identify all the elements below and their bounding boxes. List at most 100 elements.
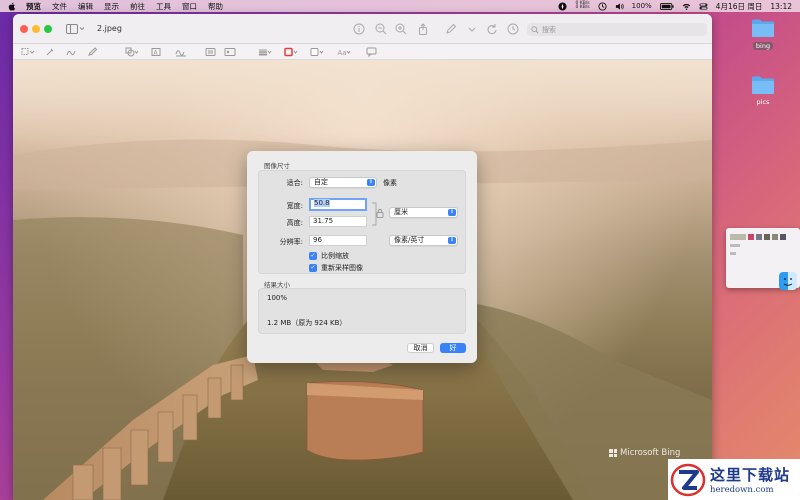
- menu-window[interactable]: 窗口: [182, 1, 197, 12]
- control-center-icon[interactable]: [699, 2, 708, 11]
- markup-dropdown-icon[interactable]: [468, 23, 476, 35]
- bing-watermark: Microsoft Bing: [609, 448, 680, 458]
- cancel-button[interactable]: 取消: [407, 343, 434, 353]
- menu-app-name[interactable]: 预览: [26, 1, 41, 12]
- net-down-speed: 0 KB/s: [575, 5, 590, 10]
- height-value: 31.75: [313, 217, 334, 225]
- svg-text:Aa: Aa: [338, 49, 347, 57]
- draw-icon[interactable]: [87, 47, 101, 57]
- folder-icon: [752, 76, 774, 94]
- annotate-icon[interactable]: [366, 47, 380, 57]
- zoom-in-icon[interactable]: [395, 23, 407, 35]
- site-name-en: heredown.com: [710, 485, 774, 495]
- clock-icon[interactable]: [598, 1, 607, 11]
- volume-icon[interactable]: [615, 2, 624, 11]
- watermark-text: Microsoft Bing: [620, 448, 681, 458]
- size-unit-value: 厘米: [394, 208, 408, 216]
- resolution-field[interactable]: 96: [309, 235, 367, 246]
- result-size: 1.2 MB（原为 924 KB）: [267, 319, 347, 327]
- battery-icon[interactable]: [659, 2, 674, 10]
- resolution-label: 分辨率:: [279, 238, 303, 246]
- menu-go[interactable]: 前往: [130, 1, 145, 12]
- width-value: 50.8: [314, 199, 330, 207]
- apple-menu-icon[interactable]: [8, 2, 16, 11]
- dialog-title: 图像尺寸: [264, 162, 290, 170]
- search-icon: [531, 25, 539, 33]
- markup-toolbar: A Aa: [13, 44, 712, 60]
- text-icon[interactable]: A: [151, 47, 165, 57]
- menu-edit[interactable]: 编辑: [78, 1, 93, 12]
- share-icon[interactable]: [417, 23, 429, 35]
- resolution-value: 96: [313, 236, 322, 244]
- maximize-button[interactable]: [44, 25, 52, 33]
- site-watermark: 这里下载站 heredown.com: [668, 459, 800, 500]
- search-field[interactable]: 搜索: [527, 23, 707, 36]
- document-title: 2.jpeg: [97, 24, 122, 33]
- chevron-updown-icon: ⇕: [448, 237, 456, 244]
- desktop-folder-pics[interactable]: pics: [749, 75, 777, 106]
- dimensions-panel: 适合: 自定 ⇕ 像素 宽度: 50.8 高度: 31.75 厘米 ⇕ 分辨率:…: [258, 170, 466, 274]
- finder-icon[interactable]: [779, 272, 797, 290]
- rect-selection-icon[interactable]: [21, 47, 35, 57]
- fit-popup[interactable]: 自定 ⇕: [309, 177, 377, 188]
- image-size-dialog: 图像尺寸 适合: 自定 ⇕ 像素 宽度: 50.8 高度: 31.75 厘米 ⇕…: [247, 151, 477, 363]
- windows-logo-icon: [609, 449, 617, 457]
- resample-row[interactable]: ✓ 重新采样图像: [309, 263, 363, 273]
- battery-percent: 100%: [631, 2, 652, 10]
- markup-pen-icon[interactable]: [445, 23, 457, 35]
- rotate-icon[interactable]: [486, 23, 498, 35]
- minimize-button[interactable]: [32, 25, 40, 33]
- close-button[interactable]: [20, 25, 28, 33]
- menubar-status-area: 0 KB/s 0 KB/s 100% 4月16日 周日 13:12: [558, 0, 792, 12]
- resample-checkbox[interactable]: ✓: [309, 264, 317, 272]
- text-style-icon[interactable]: Aa: [337, 47, 351, 57]
- scale-proportionally-checkbox[interactable]: ✓: [309, 252, 317, 260]
- size-unit-popup[interactable]: 厘米 ⇕: [389, 207, 458, 218]
- ok-button[interactable]: 好: [440, 343, 466, 353]
- menubar-date[interactable]: 4月16日 周日: [716, 1, 763, 12]
- chevron-updown-icon: ⇕: [367, 179, 375, 186]
- zoom-out-icon[interactable]: [375, 23, 387, 35]
- menu-view[interactable]: 显示: [104, 1, 119, 12]
- adjust-color-icon[interactable]: [224, 47, 238, 57]
- window-titlebar[interactable]: 2.jpeg 搜索: [13, 14, 712, 44]
- instant-alpha-icon[interactable]: [45, 47, 59, 57]
- wifi-icon[interactable]: [682, 2, 691, 11]
- menu-file[interactable]: 文件: [52, 1, 67, 12]
- height-label: 高度:: [286, 219, 303, 227]
- sketch-icon[interactable]: [65, 47, 79, 57]
- result-percent: 100%: [267, 294, 288, 302]
- folder-label: bing: [752, 42, 774, 50]
- chevron-updown-icon: ⇕: [448, 209, 456, 216]
- lock-icon[interactable]: [376, 208, 384, 218]
- resolution-unit-value: 像素/英寸: [394, 236, 425, 244]
- desktop-folder-bing[interactable]: bing: [749, 18, 777, 50]
- info-icon[interactable]: [353, 23, 365, 35]
- shapes-icon[interactable]: [125, 47, 139, 57]
- width-label: 宽度:: [286, 202, 303, 210]
- menu-help[interactable]: 帮助: [208, 1, 223, 12]
- highlight-icon[interactable]: [507, 23, 519, 35]
- resample-label: 重新采样图像: [321, 264, 363, 272]
- network-speed[interactable]: 0 KB/s 0 KB/s: [575, 1, 590, 11]
- menu-tools[interactable]: 工具: [156, 1, 171, 12]
- search-placeholder: 搜索: [542, 25, 556, 34]
- fill-color-icon[interactable]: [310, 47, 324, 57]
- result-size-panel: 100% 1.2 MB（原为 924 KB）: [258, 288, 466, 334]
- shape-style-icon[interactable]: [258, 47, 272, 57]
- sign-icon[interactable]: [175, 47, 189, 57]
- height-field[interactable]: 31.75: [309, 216, 367, 227]
- folder-label: pics: [756, 98, 770, 106]
- note-icon[interactable]: [205, 47, 219, 57]
- menubar-time[interactable]: 13:12: [770, 2, 792, 11]
- compass-icon[interactable]: [558, 1, 568, 11]
- scale-proportionally-row[interactable]: ✓ 比例缩放: [309, 251, 349, 261]
- heredown-logo-icon: [670, 463, 706, 496]
- fit-unit: 像素: [383, 179, 397, 187]
- resolution-unit-popup[interactable]: 像素/英寸 ⇕: [389, 235, 458, 246]
- width-field[interactable]: 50.8: [309, 198, 367, 211]
- border-color-icon[interactable]: [284, 47, 298, 57]
- menubar: 预览 文件 编辑 显示 前往 工具 窗口 帮助 0 KB/s 0 KB/s 10…: [0, 0, 800, 12]
- sidebar-toggle-icon[interactable]: [66, 24, 86, 34]
- scale-proportionally-label: 比例缩放: [321, 252, 349, 260]
